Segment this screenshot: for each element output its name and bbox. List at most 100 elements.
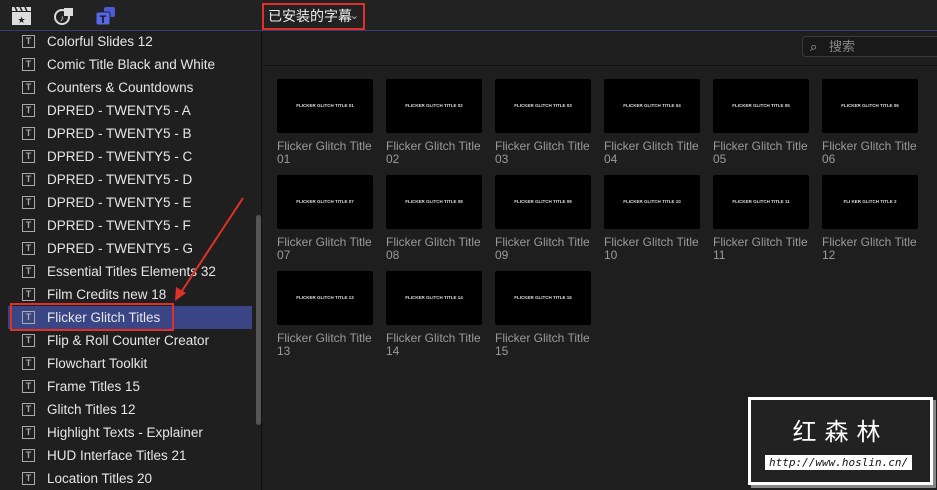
sidebar-item-label: Flowchart Toolkit	[47, 356, 148, 371]
title-icon: T	[22, 127, 35, 140]
sidebar-item[interactable]: T Highlight Texts - Explainer	[8, 421, 252, 444]
title-icon: T	[22, 219, 35, 232]
sidebar-item[interactable]: T DPRED - TWENTY5 - E	[8, 191, 252, 214]
sidebar-item[interactable]: T DPRED - TWENTY5 - A	[8, 99, 252, 122]
watermark-url: http://www.hoslin.cn/	[765, 455, 913, 470]
sidebar-item-label: DPRED - TWENTY5 - A	[47, 103, 191, 118]
sidebar-item-label: Highlight Texts - Explainer	[47, 425, 203, 440]
title-icon: T	[22, 35, 35, 48]
title-icon: T	[22, 426, 35, 439]
title-thumbnail: FLICKER GLITCH TITLE 13	[277, 271, 373, 325]
clapper-star-icon[interactable]: ★	[11, 6, 33, 26]
sidebar-item-label: Comic Title Black and White	[47, 57, 216, 72]
sidebar-item[interactable]: T Counters & Countdowns	[8, 76, 252, 99]
title-tile[interactable]: FLICKER GLITCH TITLE 04 Flicker Glitch Ti…	[604, 79, 704, 166]
title-thumbnail: FLICKER GLITCH TITLE 04	[604, 79, 700, 133]
title-icon: T	[22, 380, 35, 393]
title-label: Flicker Glitch Title 08	[386, 235, 481, 262]
sidebar-item-label: Essential Titles Elements 32	[47, 264, 216, 279]
title-thumbnail: FLICKER GLITCH TITLE 05	[713, 79, 809, 133]
sidebar-item[interactable]: T Colorful Slides 12	[8, 30, 252, 53]
title-thumbnail: FLICKER GLITCH TITLE 09	[495, 175, 591, 229]
title-label: Flicker Glitch Title 10	[604, 235, 699, 262]
title-tile[interactable]: FLICKER GLITCH TITLE 15 Flicker Glitch Ti…	[495, 271, 595, 358]
title-icon: T	[22, 173, 35, 186]
title-tile[interactable]: FLICKER GLITCH TITLE 11 Flicker Glitch Ti…	[713, 175, 813, 262]
title-tile[interactable]: FLICKER GLITCH TITLE 05 Flicker Glitch Ti…	[713, 79, 813, 166]
titles-icon[interactable]: T	[95, 6, 117, 26]
title-icon: T	[22, 81, 35, 94]
sidebar-item[interactable]: T DPRED - TWENTY5 - D	[8, 168, 252, 191]
title-tile[interactable]: FLICKER GLITCH TITLE 02 Flicker Glitch Ti…	[386, 79, 486, 166]
sidebar-item-label: Film Credits new 18	[47, 287, 167, 302]
sidebar-item[interactable]: T Comic Title Black and White	[8, 53, 252, 76]
title-tile[interactable]: FLICKER GLITCH TITLE 10 Flicker Glitch Ti…	[604, 175, 704, 262]
sidebar: T Colorful Slides 12 T Comic Title Black an…	[0, 32, 262, 490]
title-label: Flicker Glitch Title 06	[822, 139, 917, 166]
sidebar-item[interactable]: T Flip & Roll Counter Creator	[8, 329, 252, 352]
highlight-box	[10, 303, 174, 331]
sidebar-item-label: DPRED - TWENTY5 - D	[47, 172, 193, 187]
title-label: Flicker Glitch Title 15	[495, 331, 590, 358]
title-label: Flicker Glitch Title 07	[277, 235, 372, 262]
sidebar-item-label: Flip & Roll Counter Creator	[47, 333, 210, 348]
title-tile[interactable]: FLICKER GLITCH TITLE 06 Flicker Glitch Ti…	[822, 79, 922, 166]
svg-text:★: ★	[17, 15, 25, 25]
watermark-logo: 红森林 http://www.hoslin.cn/	[748, 397, 933, 485]
title-tile[interactable]: FLICKER GLITCH TITLE 01 Flicker Glitch Ti…	[277, 79, 377, 166]
title-thumbnail: FLICKER GLITCH TITLE 02	[386, 79, 482, 133]
sidebar-item-label: DPRED - TWENTY5 - G	[47, 241, 194, 256]
sidebar-item-label: HUD Interface Titles 21	[47, 448, 187, 463]
title-icon: T	[22, 288, 35, 301]
sidebar-item[interactable]: T Essential Titles Elements 32	[8, 260, 252, 283]
title-icon: T	[22, 334, 35, 347]
sidebar-item[interactable]: T DPRED - TWENTY5 - C	[8, 145, 252, 168]
sidebar-item[interactable]: T HUD Interface Titles 21	[8, 444, 252, 467]
title-thumbnail: FLICKER GLITCH TITLE 15	[495, 271, 591, 325]
title-label: Flicker Glitch Title 09	[495, 235, 590, 262]
title-label: Flicker Glitch Title 14	[386, 331, 481, 358]
titles-source-dropdown[interactable]: 已安装的字幕 ⌃⌄	[262, 3, 365, 30]
title-tile[interactable]: FLICKER GLITCH TITLE 08 Flicker Glitch Ti…	[386, 175, 486, 262]
sidebar-item-label: DPRED - TWENTY5 - B	[47, 126, 192, 141]
dropdown-label: 已安装的字幕	[268, 8, 352, 24]
title-thumbnail: FLICKER GLITCH TITLE 08	[386, 175, 482, 229]
title-icon: T	[22, 58, 35, 71]
title-thumbnail: FLI KER GLITCH TITLE 2	[822, 175, 918, 229]
sidebar-item-label: Glitch Titles 12	[47, 402, 136, 417]
toolbar: ★ ♪ T 已安装的字幕 ⌃⌄	[0, 0, 937, 31]
svg-text:T: T	[100, 14, 107, 26]
sidebar-scrollbar[interactable]	[256, 215, 261, 425]
title-tile[interactable]: FLI KER GLITCH TITLE 2 Flicker Glitch Tit…	[822, 175, 922, 262]
sidebar-item-label: DPRED - TWENTY5 - E	[47, 195, 192, 210]
chevron-updown-icon: ⌃⌄	[340, 10, 359, 22]
title-icon: T	[22, 357, 35, 370]
title-thumbnail: FLICKER GLITCH TITLE 07	[277, 175, 373, 229]
sidebar-item[interactable]: T Location Titles 20	[8, 467, 252, 490]
title-thumbnail: FLICKER GLITCH TITLE 10	[604, 175, 700, 229]
sidebar-item[interactable]: T Flowchart Toolkit	[8, 352, 252, 375]
sidebar-item[interactable]: T DPRED - TWENTY5 - B	[8, 122, 252, 145]
sidebar-item[interactable]: T DPRED - TWENTY5 - G	[8, 237, 252, 260]
title-icon: T	[22, 196, 35, 209]
sidebar-item-label: Colorful Slides 12	[47, 34, 153, 49]
title-icon: T	[22, 242, 35, 255]
title-tile[interactable]: FLICKER GLITCH TITLE 07 Flicker Glitch Ti…	[277, 175, 377, 262]
title-tile[interactable]: FLICKER GLITCH TITLE 13 Flicker Glitch Ti…	[277, 271, 377, 358]
title-tile[interactable]: FLICKER GLITCH TITLE 09 Flicker Glitch Ti…	[495, 175, 595, 262]
title-tile[interactable]: FLICKER GLITCH TITLE 03 Flicker Glitch Ti…	[495, 79, 595, 166]
title-thumbnail: FLICKER GLITCH TITLE 11	[713, 175, 809, 229]
title-label: Flicker Glitch Title 11	[713, 235, 808, 262]
sidebar-item-label: DPRED - TWENTY5 - F	[47, 218, 191, 233]
sidebar-item[interactable]: T DPRED - TWENTY5 - F	[8, 214, 252, 237]
svg-text:♪: ♪	[60, 13, 65, 23]
sidebar-item-label: DPRED - TWENTY5 - C	[47, 149, 193, 164]
sidebar-item[interactable]: T Frame Titles 15	[8, 375, 252, 398]
title-icon: T	[22, 403, 35, 416]
search-input[interactable]: ⌕ 搜索	[802, 36, 937, 57]
title-label: Flicker Glitch Title 12	[822, 235, 917, 262]
title-label: Flicker Glitch Title 04	[604, 139, 699, 166]
sidebar-item[interactable]: T Glitch Titles 12	[8, 398, 252, 421]
title-tile[interactable]: FLICKER GLITCH TITLE 14 Flicker Glitch Ti…	[386, 271, 486, 358]
music-photo-icon[interactable]: ♪	[53, 6, 75, 26]
